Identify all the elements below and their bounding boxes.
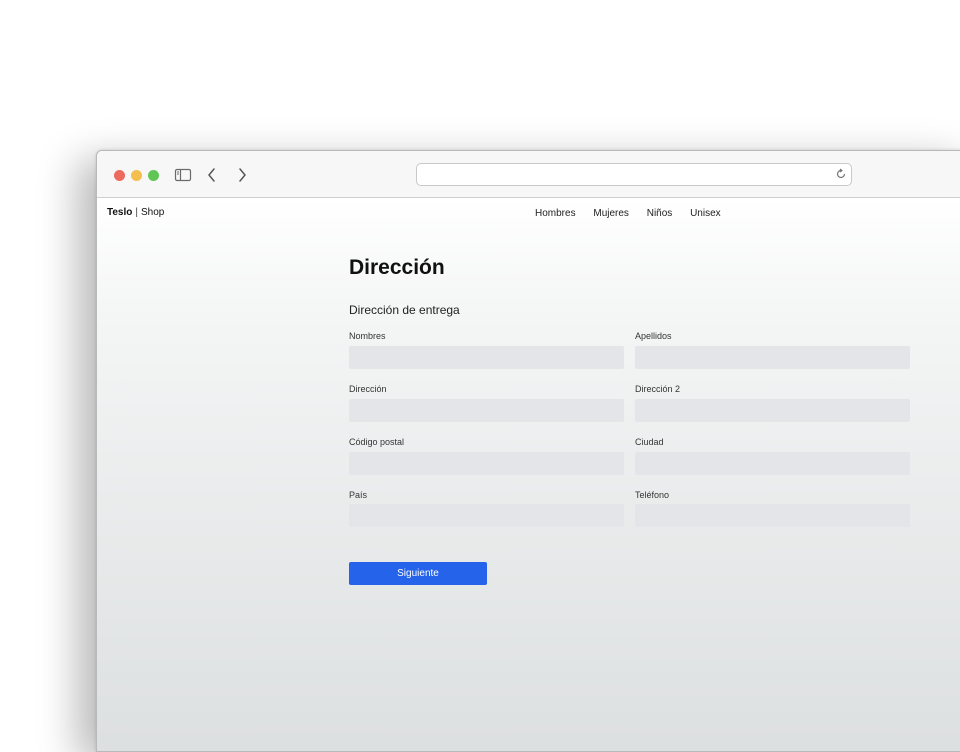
siguiente-button[interactable]: Siguiente bbox=[349, 562, 487, 585]
minimize-window-button[interactable] bbox=[131, 170, 142, 181]
zoom-window-button[interactable] bbox=[148, 170, 159, 181]
site-logo[interactable]: Teslo | Shop bbox=[107, 207, 164, 218]
section-title: Dirección de entrega bbox=[349, 303, 460, 317]
main-nav: Hombres Mujeres Niños Unisex bbox=[535, 208, 736, 219]
direccion-2-label: Dirección 2 bbox=[635, 384, 681, 394]
codigo-postal-input[interactable] bbox=[349, 452, 624, 475]
nav-link-ninos[interactable]: Niños bbox=[647, 208, 673, 219]
reload-icon[interactable] bbox=[835, 168, 847, 180]
nav-link-unisex[interactable]: Unisex bbox=[690, 208, 721, 219]
close-window-button[interactable] bbox=[114, 170, 125, 181]
ciudad-input[interactable] bbox=[635, 452, 910, 475]
apellidos-label: Apellidos bbox=[635, 331, 672, 341]
nav-link-hombres[interactable]: Hombres bbox=[535, 208, 576, 219]
browser-toolbar bbox=[97, 151, 960, 198]
back-chevron-icon[interactable] bbox=[205, 166, 219, 184]
pais-label: País bbox=[349, 490, 368, 500]
logo-brand: Teslo bbox=[107, 207, 133, 218]
forward-chevron-icon[interactable] bbox=[235, 166, 249, 184]
browser-window: Teslo | Shop Hombres Mujeres Niños Unisex … bbox=[96, 150, 960, 752]
telefono-label: Teléfono bbox=[635, 490, 670, 500]
telefono-input[interactable] bbox=[635, 504, 910, 527]
nombres-label: Nombres bbox=[349, 331, 386, 341]
page-title: Dirección bbox=[349, 256, 445, 279]
sidebar-icon[interactable] bbox=[174, 166, 192, 184]
address-bar[interactable] bbox=[416, 163, 852, 186]
logo-suffix: Shop bbox=[141, 207, 165, 218]
ciudad-label: Ciudad bbox=[635, 437, 664, 447]
pais-input[interactable] bbox=[349, 504, 624, 527]
direccion-input[interactable] bbox=[349, 399, 624, 422]
nombres-input[interactable] bbox=[349, 346, 624, 369]
direccion-2-input[interactable] bbox=[635, 399, 910, 422]
codigo-postal-label: Código postal bbox=[349, 437, 405, 447]
page-content: Teslo | Shop Hombres Mujeres Niños Unisex … bbox=[97, 198, 960, 751]
logo-separator: | bbox=[135, 207, 138, 218]
direccion-label: Dirección bbox=[349, 384, 387, 394]
apellidos-input[interactable] bbox=[635, 346, 910, 369]
nav-link-mujeres[interactable]: Mujeres bbox=[593, 208, 629, 219]
